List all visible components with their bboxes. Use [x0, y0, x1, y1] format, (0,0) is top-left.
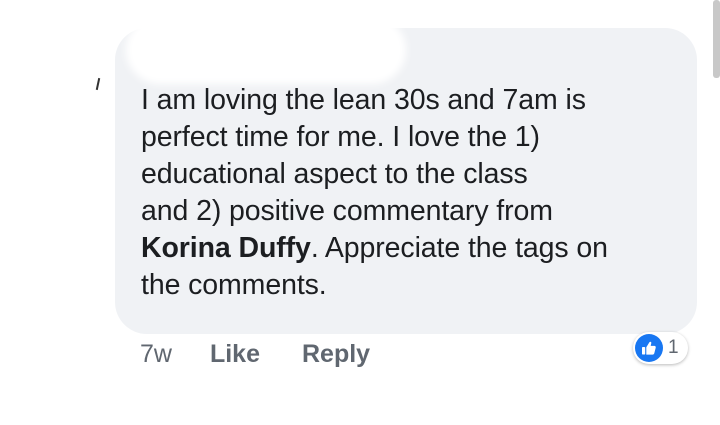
timestamp[interactable]: 7w: [140, 340, 172, 369]
reaction-count: 1: [668, 337, 679, 358]
comment-line: and 2) positive commentary from: [141, 195, 553, 227]
comment-line: the comments.: [141, 269, 327, 301]
comment-line: I am loving the lean 30s and 7am is: [141, 84, 586, 116]
redacted-author-name: [132, 22, 400, 78]
like-button[interactable]: Like: [210, 340, 260, 369]
comment-actions: 7w Like Reply: [140, 340, 412, 369]
comment-body: I am loving the lean 30s and 7am is perf…: [141, 82, 686, 304]
comment-line-with-mention: Korina Duffy. Appreciate the tags on: [141, 230, 686, 267]
scrollbar[interactable]: [713, 0, 720, 78]
comment-text-fragment: . Appreciate the tags on: [310, 232, 608, 264]
mention-link[interactable]: Korina Duffy: [141, 232, 311, 264]
reply-thread-line: [95, 77, 101, 91]
comment-line: perfect time for me. I love the 1): [141, 121, 540, 153]
reply-button[interactable]: Reply: [302, 340, 370, 369]
thumbs-up-icon: [635, 334, 663, 362]
comment-screenshot: I am loving the lean 30s and 7am is perf…: [0, 0, 720, 425]
reaction-summary[interactable]: 1: [633, 332, 688, 364]
comment-line: educational aspect to the class: [141, 158, 528, 190]
